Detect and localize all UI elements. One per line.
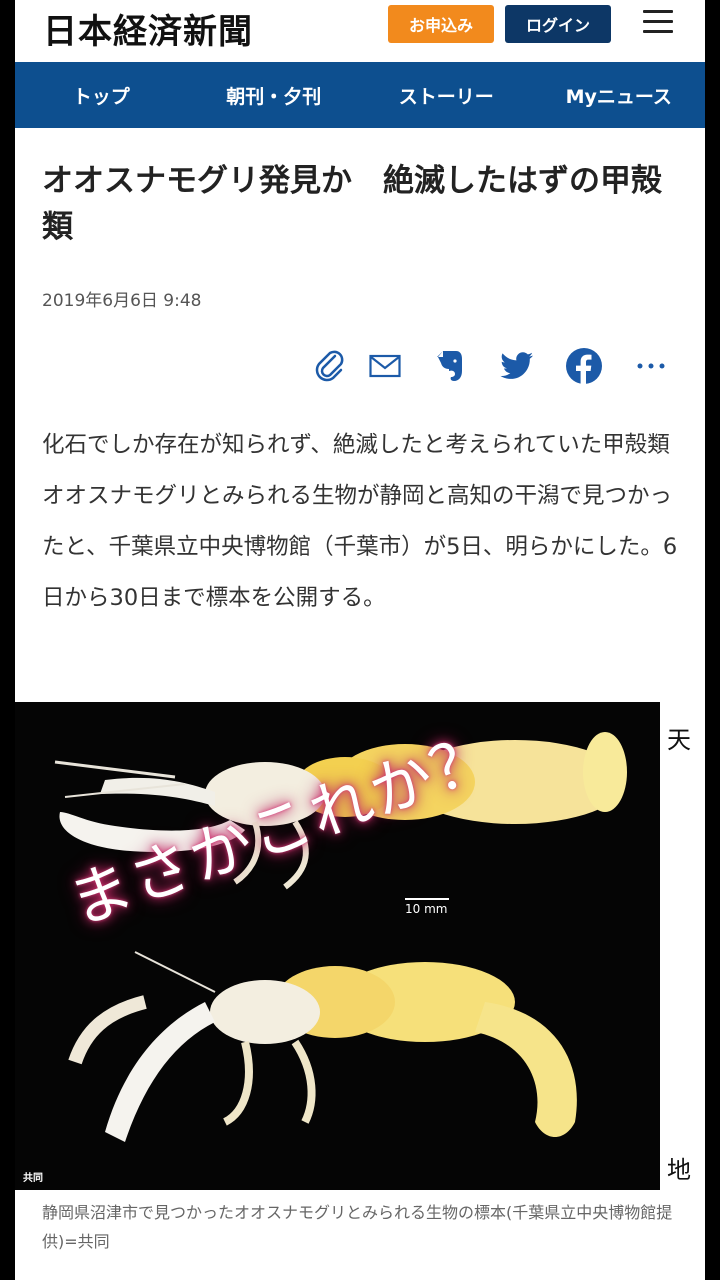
article-date: 2019年6月6日 9:48	[42, 291, 202, 311]
photo-caption: 静岡県沼津市で見つかったオオスナモグリとみられる生物の標本(千葉県立中央博物館提…	[42, 1203, 673, 1251]
login-button[interactable]: ログイン	[505, 5, 611, 43]
scale-label: 10 mm	[405, 902, 448, 916]
evernote-icon[interactable]	[430, 345, 470, 387]
top-header: 日本経済新聞 お申込み ログイン	[15, 0, 705, 62]
article-body: 化石でしか存在が知られず、絶滅したと考えられていた甲殻類オオスナモグリとみられる…	[42, 432, 678, 611]
more-icon[interactable]	[631, 345, 671, 387]
nav-item-top[interactable]: トップ	[15, 82, 188, 109]
nav-item-mynews[interactable]: Myニュース	[533, 82, 706, 109]
article-page: 日本経済新聞 お申込み ログイン トップ 朝刊・夕刊 ストーリー Myニュース …	[15, 0, 705, 1280]
clip-icon[interactable]	[310, 345, 350, 387]
orientation-bottom-label: 地	[667, 1156, 691, 1184]
main-nav: トップ 朝刊・夕刊 ストーリー Myニュース	[15, 62, 705, 128]
hamburger-menu-icon[interactable]	[643, 10, 673, 34]
nav-item-edition[interactable]: 朝刊・夕刊	[188, 82, 361, 109]
site-logo[interactable]: 日本経済新聞	[43, 4, 253, 53]
article-title: オオスナモグリ発見か 絶滅したはずの甲殻類	[42, 163, 662, 245]
scale-bar	[405, 898, 449, 900]
mail-icon[interactable]	[365, 345, 405, 387]
facebook-icon[interactable]	[563, 345, 605, 387]
specimen-photo[interactable]: 10 mm まさかこれか？ 共同	[15, 702, 660, 1190]
orientation-top-label: 天	[667, 726, 691, 754]
twitter-icon[interactable]	[497, 345, 537, 387]
subscribe-button[interactable]: お申込み	[388, 5, 494, 43]
photo-credit: 共同	[23, 1173, 43, 1184]
nav-item-story[interactable]: ストーリー	[360, 82, 533, 109]
